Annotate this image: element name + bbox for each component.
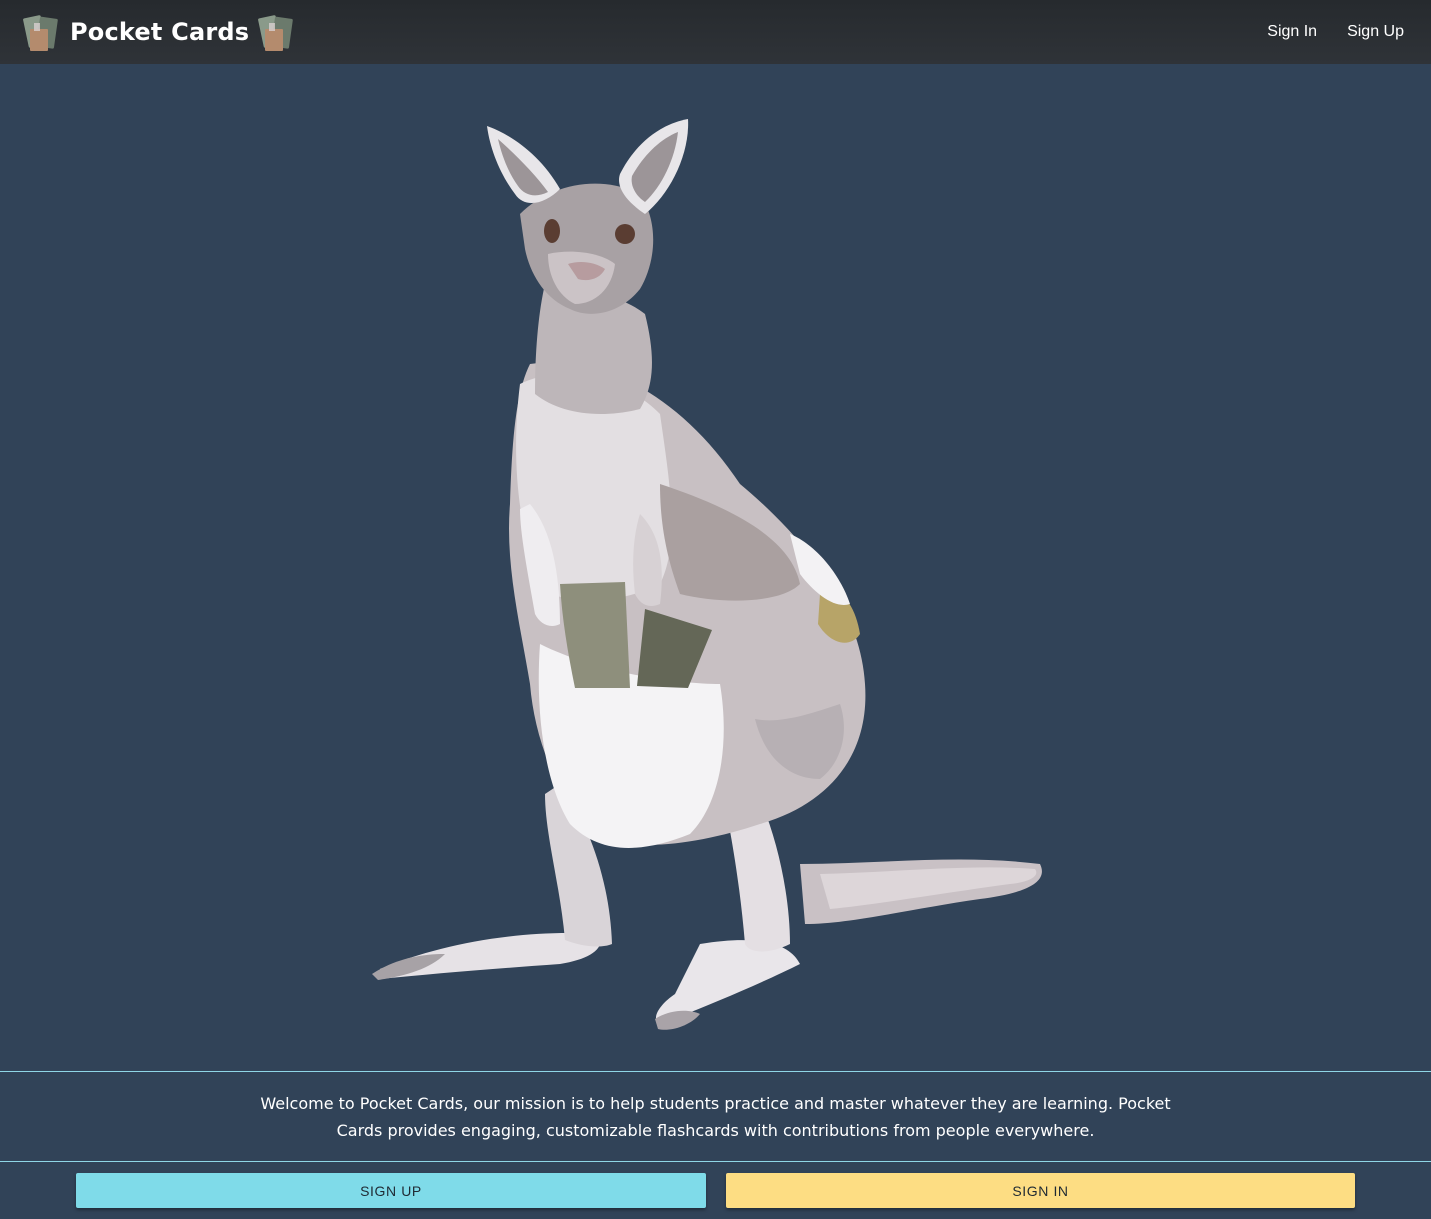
sign-up-button[interactable]: SIGN UP: [76, 1173, 706, 1208]
pocket-cards-logo-icon: [23, 15, 58, 51]
action-bar: SIGN UP SIGN IN: [0, 1162, 1431, 1219]
brand[interactable]: Pocket Cards: [22, 0, 297, 64]
nav-sign-up-link[interactable]: Sign Up: [1347, 23, 1404, 41]
mission-section: Welcome to Pocket Cards, our mission is …: [0, 1071, 1431, 1162]
nav-sign-in-link[interactable]: Sign In: [1267, 23, 1317, 41]
nav-links: Sign In Sign Up: [1237, 23, 1404, 41]
hero-section: [0, 64, 1431, 1071]
top-navbar: Pocket Cards Sign In Sign Up: [0, 0, 1431, 64]
app-title: Pocket Cards: [70, 18, 250, 46]
pocket-cards-logo-icon: [258, 15, 294, 51]
sign-in-button[interactable]: SIGN IN: [726, 1173, 1355, 1208]
kangaroo-illustration-icon: [372, 119, 1042, 1030]
mission-text: Welcome to Pocket Cards, our mission is …: [260, 1093, 1171, 1140]
